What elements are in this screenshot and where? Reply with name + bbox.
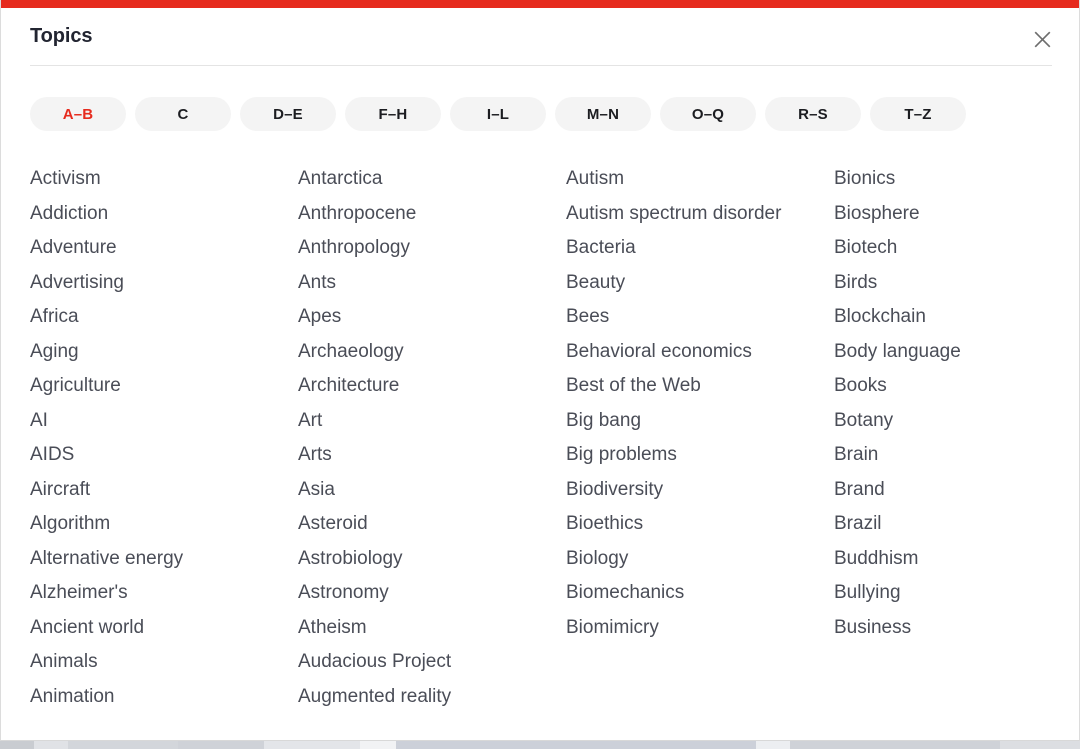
topic-link[interactable]: Best of the Web — [566, 369, 834, 404]
alphabet-tab-row: A–B C D–E F–H I–L M–N O–Q R–S T–Z — [30, 97, 1052, 131]
topic-link[interactable]: Asia — [298, 473, 566, 508]
topic-link[interactable]: Adventure — [30, 231, 298, 266]
topic-link[interactable]: Archaeology — [298, 335, 566, 370]
topic-link[interactable]: Art — [298, 404, 566, 439]
topic-link[interactable]: Bionics — [834, 162, 1048, 197]
topic-link[interactable]: Bioethics — [566, 507, 834, 542]
tab-2[interactable]: D–E — [240, 97, 336, 131]
modal-header: Topics — [1, 8, 1079, 66]
topic-link[interactable]: AI — [30, 404, 298, 439]
topic-column: Bionics Biosphere Biotech Birds Blockchain Bo… — [834, 162, 1048, 727]
topic-link[interactable]: Activism — [30, 162, 298, 197]
close-icon — [1033, 30, 1052, 49]
topic-link[interactable]: Asteroid — [298, 507, 566, 542]
topic-link[interactable]: Business — [834, 611, 1048, 646]
topic-link[interactable]: Autism spectrum disorder — [566, 197, 834, 232]
topic-link[interactable]: Biodiversity — [566, 473, 834, 508]
topic-link[interactable]: Biomimicry — [566, 611, 834, 646]
topic-link[interactable]: Anthropocene — [298, 197, 566, 232]
topic-link[interactable]: Aging — [30, 335, 298, 370]
topic-link[interactable]: Augmented reality — [298, 680, 566, 715]
top-accent-bar — [1, 0, 1079, 8]
header-divider — [30, 65, 1052, 66]
tab-8[interactable]: T–Z — [870, 97, 966, 131]
page-title: Topics — [30, 25, 93, 47]
topic-link[interactable]: Body language — [834, 335, 1048, 370]
topic-link[interactable]: Alzheimer's — [30, 576, 298, 611]
topic-link[interactable]: Anthropology — [298, 231, 566, 266]
topic-link[interactable]: Books — [834, 369, 1048, 404]
topic-link[interactable]: Behavioral economics — [566, 335, 834, 370]
topic-column: Antarctica Anthropocene Anthropology Ants Ap… — [298, 162, 566, 727]
topic-link[interactable]: Bacteria — [566, 231, 834, 266]
topic-link[interactable]: Biotech — [834, 231, 1048, 266]
topic-link[interactable]: Bullying — [834, 576, 1048, 611]
tab-5[interactable]: M–N — [555, 97, 651, 131]
topic-link[interactable]: Atheism — [298, 611, 566, 646]
topic-link[interactable]: Botany — [834, 404, 1048, 439]
topic-link[interactable]: Astronomy — [298, 576, 566, 611]
close-button[interactable] — [1025, 22, 1059, 56]
topic-link[interactable]: Biology — [566, 542, 834, 577]
topic-column: Activism Addiction Adventure Advertising Afr… — [30, 162, 298, 727]
topic-link[interactable]: Biomechanics — [566, 576, 834, 611]
topic-link[interactable]: Addiction — [30, 197, 298, 232]
topic-link[interactable]: Biosphere — [834, 197, 1048, 232]
topic-link[interactable]: Brain — [834, 438, 1048, 473]
tab-1[interactable]: C — [135, 97, 231, 131]
topic-link[interactable]: Aircraft — [30, 473, 298, 508]
topic-link[interactable]: Brand — [834, 473, 1048, 508]
topic-link[interactable]: Agriculture — [30, 369, 298, 404]
topic-link[interactable]: Animation — [30, 680, 298, 715]
topics-modal: Topics A–B C D–E F–H I–L M–N O–Q R–S T–Z Activis… — [0, 0, 1080, 741]
tab-6[interactable]: O–Q — [660, 97, 756, 131]
topic-link[interactable]: Astrobiology — [298, 542, 566, 577]
tab-7[interactable]: R–S — [765, 97, 861, 131]
topic-link[interactable]: Audacious Project — [298, 645, 566, 680]
topic-link[interactable]: Apes — [298, 300, 566, 335]
tab-4[interactable]: I–L — [450, 97, 546, 131]
tab-0[interactable]: A–B — [30, 97, 126, 131]
topic-link[interactable]: Animals — [30, 645, 298, 680]
topic-link[interactable]: Ants — [298, 266, 566, 301]
topic-link[interactable]: Brazil — [834, 507, 1048, 542]
topic-link[interactable]: Blockchain — [834, 300, 1048, 335]
topic-link[interactable]: Big problems — [566, 438, 834, 473]
topic-link[interactable]: Bees — [566, 300, 834, 335]
topic-link[interactable]: Advertising — [30, 266, 298, 301]
topic-link[interactable]: Algorithm — [30, 507, 298, 542]
topic-link[interactable]: Antarctica — [298, 162, 566, 197]
topic-link[interactable]: Africa — [30, 300, 298, 335]
page-background-strip — [0, 741, 1080, 749]
topic-link[interactable]: Ancient world — [30, 611, 298, 646]
tab-3[interactable]: F–H — [345, 97, 441, 131]
topic-link[interactable]: Alternative energy — [30, 542, 298, 577]
topic-link[interactable]: Birds — [834, 266, 1048, 301]
topic-column: Autism Autism spectrum disorder Bacteria Be… — [566, 162, 834, 727]
topic-link[interactable]: Autism — [566, 162, 834, 197]
topics-columns: Activism Addiction Adventure Advertising Afr… — [30, 162, 1052, 727]
topic-link[interactable]: Big bang — [566, 404, 834, 439]
topic-link[interactable]: Beauty — [566, 266, 834, 301]
topic-link[interactable]: AIDS — [30, 438, 298, 473]
topic-link[interactable]: Buddhism — [834, 542, 1048, 577]
topic-link[interactable]: Arts — [298, 438, 566, 473]
topic-link[interactable]: Architecture — [298, 369, 566, 404]
